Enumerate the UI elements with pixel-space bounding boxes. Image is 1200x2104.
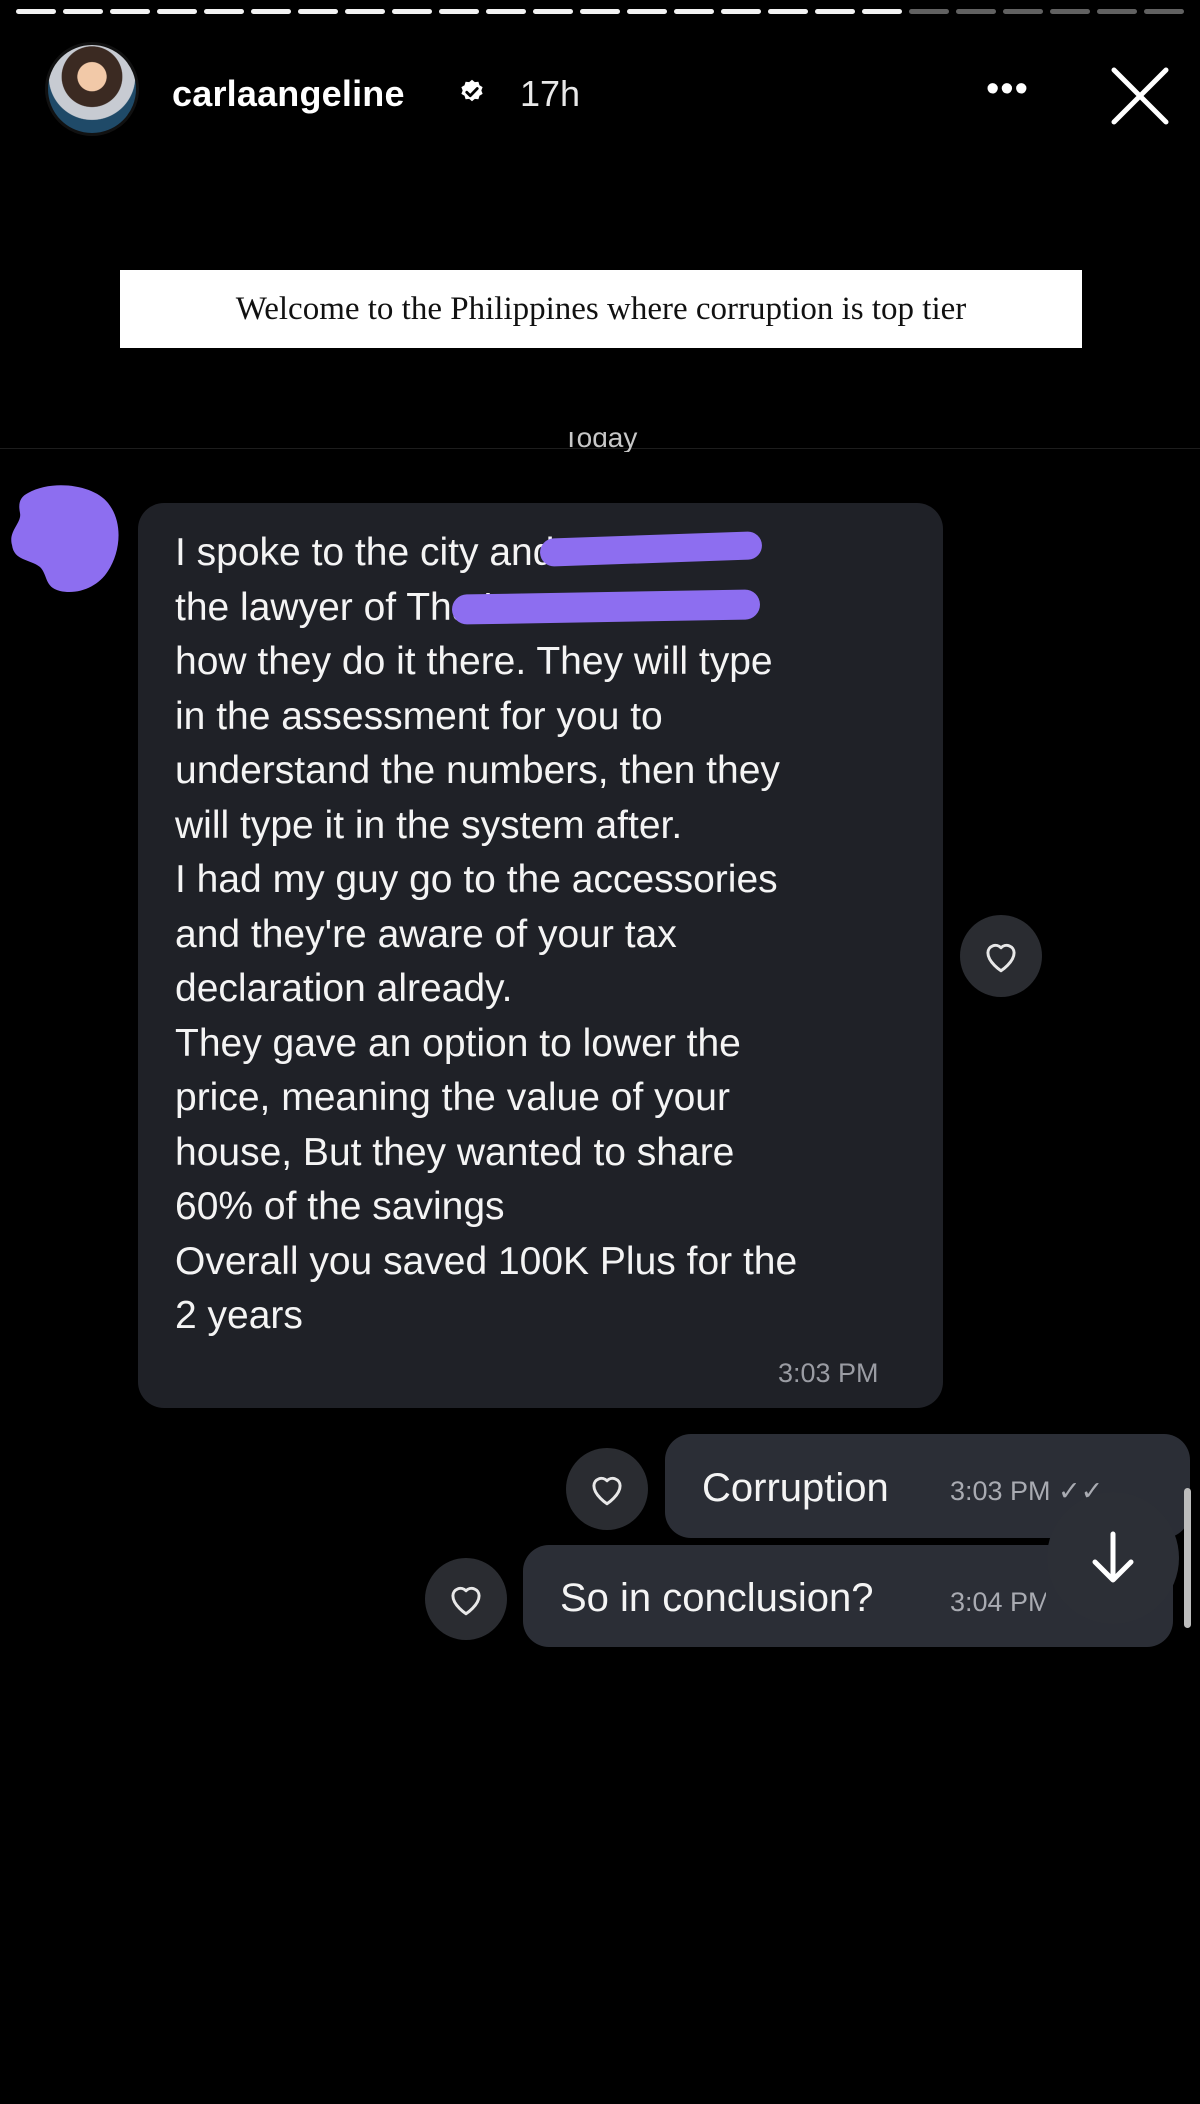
outgoing-message-text: So in conclusion? (560, 1576, 874, 1620)
scrollbar[interactable] (1184, 1488, 1191, 1628)
incoming-message-text: I spoke to the city and the lawyer of Th… (175, 531, 798, 1337)
progress-segment (204, 9, 244, 14)
incoming-message-time: 3:03 PM (778, 1358, 879, 1388)
progress-segment (439, 9, 479, 14)
progress-segment (1144, 9, 1184, 14)
story-caption: Welcome to the Philippines where corrupt… (120, 270, 1082, 348)
progress-segment (63, 9, 103, 14)
close-icon[interactable] (1108, 64, 1172, 128)
progress-segment (721, 9, 761, 14)
react-heart-button[interactable] (960, 915, 1042, 997)
progress-segment (909, 9, 949, 14)
date-divider: Today (562, 432, 638, 452)
progress-segment (16, 9, 56, 14)
story-progress-bar (16, 9, 1184, 14)
more-horizontal-icon[interactable]: ••• (986, 70, 1029, 108)
react-heart-button[interactable] (425, 1558, 507, 1640)
progress-segment (1003, 9, 1043, 14)
progress-segment (956, 9, 996, 14)
outgoing-message-time: 3:04 PM (950, 1587, 1046, 1617)
progress-segment (251, 9, 291, 14)
avatar[interactable] (45, 42, 139, 136)
progress-segment (627, 9, 667, 14)
outgoing-message-text: Corruption (702, 1466, 889, 1510)
redacted-avatar (11, 485, 119, 593)
progress-segment (157, 9, 197, 14)
progress-segment (674, 9, 714, 14)
progress-segment (862, 9, 902, 14)
progress-segment (392, 9, 432, 14)
progress-segment (345, 9, 385, 14)
react-heart-button[interactable] (566, 1448, 648, 1530)
verified-badge-icon (461, 79, 483, 102)
username[interactable]: carlaangeline (172, 73, 405, 115)
arrow-down-icon (1092, 1531, 1134, 1583)
progress-segment (533, 9, 573, 14)
progress-segment (486, 9, 526, 14)
progress-segment (815, 9, 855, 14)
heart-icon (451, 1586, 481, 1616)
progress-segment (298, 9, 338, 14)
progress-segment (768, 9, 808, 14)
heart-icon (592, 1476, 622, 1506)
scroll-to-bottom-button[interactable] (1047, 1492, 1179, 1624)
progress-segment (110, 9, 150, 14)
progress-segment (580, 9, 620, 14)
progress-segment (1097, 9, 1137, 14)
post-time: 17h (520, 73, 581, 114)
heart-icon (986, 943, 1016, 973)
redaction-mark (451, 589, 761, 625)
progress-segment (1050, 9, 1090, 14)
